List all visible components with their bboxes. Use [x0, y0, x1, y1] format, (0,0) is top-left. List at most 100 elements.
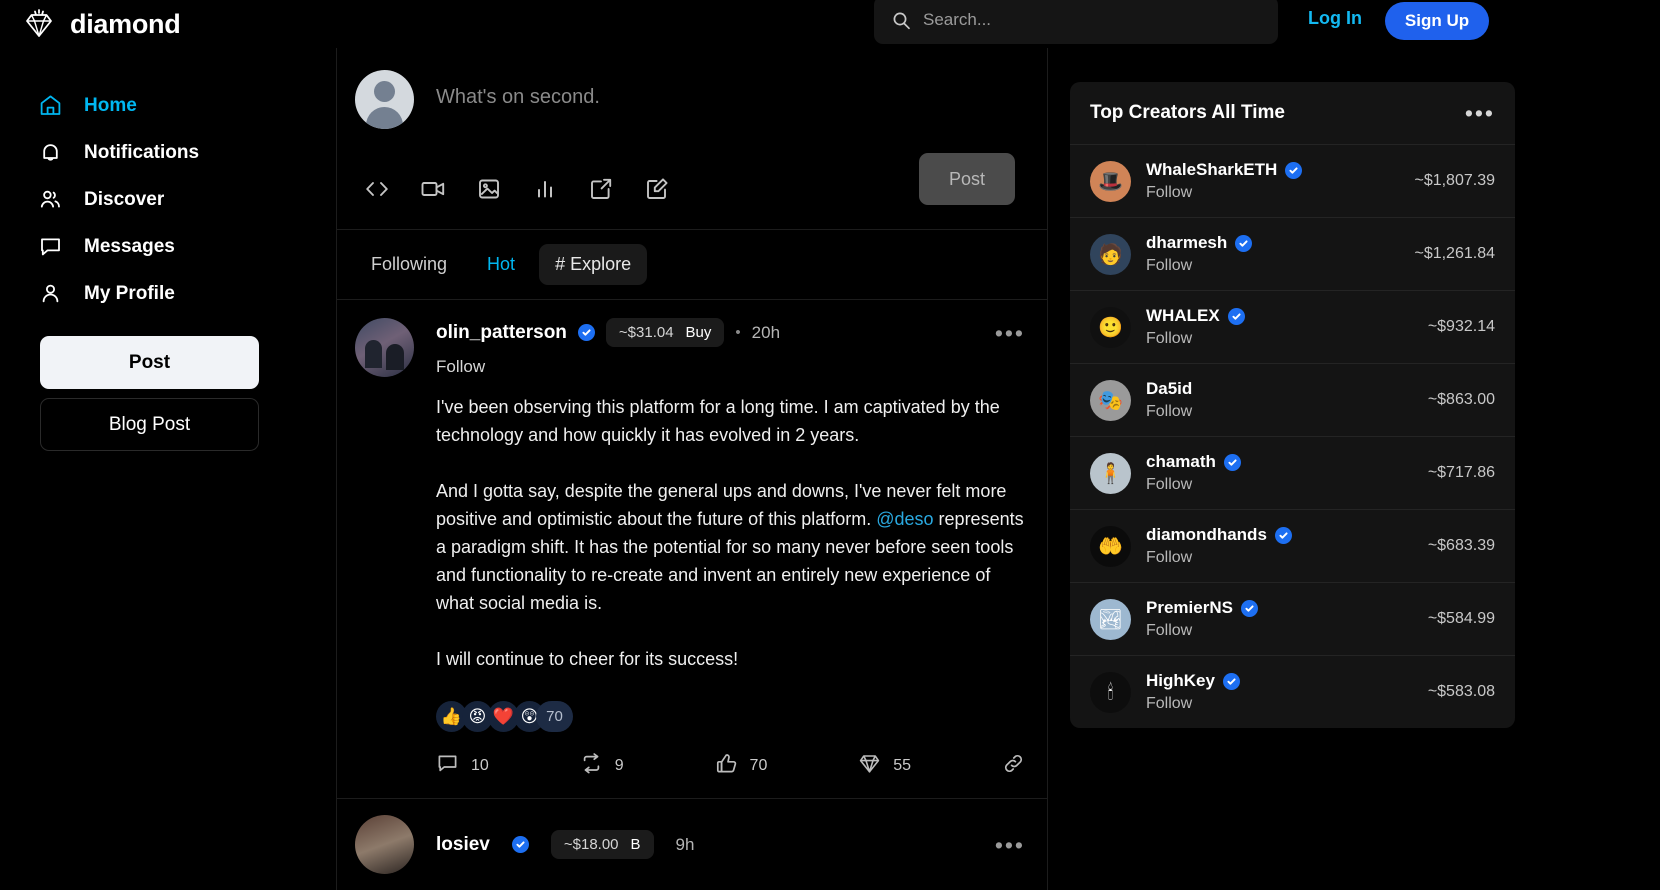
sidebar-item-discover[interactable]: Discover	[0, 176, 336, 223]
creator-follow-link[interactable]: Follow	[1146, 330, 1428, 348]
post-reactions: 👍 😡 ❤️ 😲 70	[436, 701, 1025, 732]
post-author-avatar[interactable]	[355, 318, 414, 377]
image-icon[interactable]	[475, 175, 503, 203]
creator-follow-link[interactable]: Follow	[1146, 622, 1428, 640]
verified-badge-icon	[1222, 672, 1240, 690]
creator-info: dharmesh Follow	[1146, 233, 1414, 275]
verified-badge-icon	[1223, 453, 1241, 471]
top-creators-card: Top Creators All Time ••• 🎩 WhaleSharkET…	[1070, 82, 1515, 728]
next-post-header: losiev ~$18.00 B 9h •••	[355, 815, 1025, 874]
creator-row[interactable]: 🤲 diamondhands Follow ~$683.39	[1070, 510, 1515, 583]
post-paragraph-1: I've been observing this platform for a …	[436, 397, 1000, 445]
tab-following[interactable]: Following	[355, 244, 463, 285]
top-header: diamond Log In Sign Up	[0, 0, 1660, 48]
next-post-username[interactable]: losiev	[436, 834, 490, 856]
next-coin-price-pill[interactable]: ~$18.00 B	[550, 830, 654, 859]
creator-row[interactable]: 🙂 WHALEX Follow ~$932.14	[1070, 291, 1515, 364]
creator-value: ~$683.39	[1427, 537, 1495, 554]
next-post-timestamp: 9h	[675, 834, 695, 854]
post-username[interactable]: olin_patterson	[436, 322, 567, 344]
composer-placeholder-text[interactable]: What's on second.	[436, 86, 600, 109]
tab-explore[interactable]: # Explore	[539, 244, 648, 285]
mention-link[interactable]: @deso	[876, 509, 933, 529]
repost-action[interactable]: 9	[580, 752, 624, 780]
sidebar-post-button[interactable]: Post	[40, 336, 259, 389]
creator-info: diamondhands Follow	[1146, 525, 1428, 567]
next-post-avatar[interactable]	[355, 815, 414, 874]
ellipsis-icon[interactable]: •••	[995, 833, 1025, 856]
creator-avatar: 🕯	[1090, 671, 1131, 713]
default-avatar-icon	[355, 70, 414, 129]
diamond-tip-action[interactable]: 55	[858, 752, 911, 780]
ellipsis-icon[interactable]: •••	[995, 321, 1025, 344]
reaction-total-count: 70	[536, 701, 573, 732]
video-icon[interactable]	[419, 175, 447, 203]
creator-coin-price-pill[interactable]: ~$31.04 Buy	[605, 318, 725, 347]
sidebar-item-home[interactable]: Home	[0, 82, 336, 129]
like-action[interactable]: 70	[715, 752, 767, 780]
signup-button[interactable]: Sign Up	[1385, 2, 1489, 40]
center-feed: What's on second. Post Following Hot # E…	[337, 48, 1048, 890]
left-sidebar: Home Notifications Discover Messages My …	[0, 48, 337, 890]
creator-row[interactable]: 🏞 PremierNS Follow ~$584.99	[1070, 583, 1515, 656]
creator-follow-link[interactable]: Follow	[1146, 476, 1428, 494]
login-button[interactable]: Log In	[1308, 8, 1362, 29]
compose-icon[interactable]	[643, 175, 671, 203]
sidebar-blog-post-button[interactable]: Blog Post	[40, 398, 259, 451]
creator-row[interactable]: 🎩 WhaleSharkETH Follow ~$1,807.39	[1070, 145, 1515, 218]
diamond-count: 55	[893, 757, 912, 774]
creator-follow-link[interactable]: Follow	[1146, 695, 1428, 713]
creator-avatar: 🙂	[1090, 306, 1131, 348]
creator-avatar: 🤲	[1090, 525, 1131, 567]
copy-link-action[interactable]	[1002, 752, 1025, 780]
comment-action[interactable]: 10	[436, 752, 489, 780]
composer-post-button[interactable]: Post	[919, 153, 1015, 205]
verified-badge-icon	[577, 324, 595, 341]
tab-hot[interactable]: Hot	[471, 244, 531, 285]
feed-tabs: Following Hot # Explore	[337, 229, 1047, 300]
creator-follow-link[interactable]: Follow	[1146, 257, 1414, 275]
creator-avatar: 🏞	[1090, 598, 1131, 640]
creator-name: WhaleSharkETH	[1146, 160, 1278, 179]
search-input[interactable]	[923, 5, 1253, 35]
next-coin-price: ~$18.00	[563, 836, 619, 853]
next-buy-button[interactable]: B	[631, 836, 641, 853]
brand-logo[interactable]: diamond	[22, 7, 322, 41]
creator-row[interactable]: 🧍 chamath Follow ~$717.86	[1070, 437, 1515, 510]
creator-name: dharmesh	[1146, 233, 1228, 252]
creator-row[interactable]: 🎭 Da5id Follow ~$863.00	[1070, 364, 1515, 437]
creator-info: chamath Follow	[1146, 452, 1428, 494]
creator-value: ~$863.00	[1427, 391, 1495, 408]
creator-value: ~$584.99	[1427, 610, 1495, 627]
external-link-icon[interactable]	[587, 175, 615, 203]
sidebar-item-messages[interactable]: Messages	[0, 223, 336, 270]
feed-post-next-partial: losiev ~$18.00 B 9h •••	[337, 799, 1047, 874]
right-sidebar: Top Creators All Time ••• 🎩 WhaleSharkET…	[1048, 48, 1660, 890]
creator-row[interactable]: 🕯 HighKey Follow ~$583.08	[1070, 656, 1515, 728]
creator-name: diamondhands	[1146, 525, 1267, 544]
sidebar-nav: Home Notifications Discover Messages My …	[0, 48, 336, 317]
ellipsis-icon[interactable]: •••	[1465, 102, 1495, 125]
composer-toolbar: Post	[355, 153, 1025, 205]
sidebar-label-home: Home	[84, 94, 137, 116]
creator-value: ~$1,261.84	[1414, 245, 1495, 262]
top-creators-header: Top Creators All Time •••	[1070, 82, 1515, 145]
sidebar-item-my-profile[interactable]: My Profile	[0, 270, 336, 317]
sidebar-item-notifications[interactable]: Notifications	[0, 129, 336, 176]
search-bar[interactable]	[874, 0, 1278, 44]
post-follow-link[interactable]: Follow	[436, 357, 1025, 377]
creator-info: Da5id Follow	[1146, 379, 1428, 421]
creator-row[interactable]: 🧑 dharmesh Follow ~$1,261.84	[1070, 218, 1515, 291]
creator-follow-link[interactable]: Follow	[1146, 184, 1414, 202]
buy-button[interactable]: Buy	[686, 324, 712, 341]
creator-follow-link[interactable]: Follow	[1146, 403, 1428, 421]
sidebar-label-my-profile: My Profile	[84, 282, 175, 304]
creator-info: WhaleSharkETH Follow	[1146, 160, 1414, 202]
feed-post: olin_patterson ~$31.04 Buy • 20h ••• Fol…	[337, 300, 1047, 799]
creator-follow-link[interactable]: Follow	[1146, 549, 1428, 567]
poll-chart-icon[interactable]	[531, 175, 559, 203]
verified-badge-icon	[1240, 599, 1258, 617]
creator-name: chamath	[1146, 452, 1216, 471]
post-meta: olin_patterson ~$31.04 Buy • 20h ••• Fol…	[436, 318, 1025, 377]
code-icon[interactable]	[363, 175, 391, 203]
